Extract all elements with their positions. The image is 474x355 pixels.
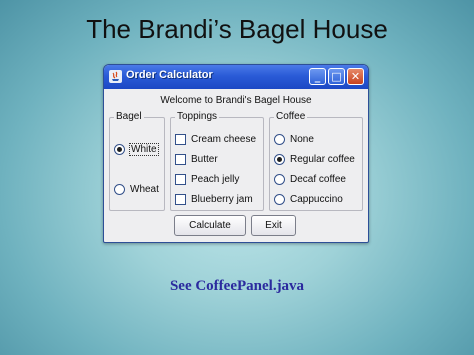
slide-caption: See CoffeePanel.java bbox=[169, 278, 305, 294]
topping-option-label: Blueberry jam bbox=[191, 193, 253, 205]
topping-option-blueberry-jam[interactable]: Blueberry jam bbox=[175, 192, 253, 206]
checkbox-peach-jelly[interactable] bbox=[175, 173, 186, 185]
minimize-button[interactable]: _ bbox=[309, 68, 326, 85]
topping-option-label: Peach jelly bbox=[191, 173, 240, 185]
radio-white[interactable] bbox=[114, 143, 125, 155]
slide-title: The Brandi’s Bagel House bbox=[86, 14, 388, 44]
coffee-group-label: Coffee bbox=[274, 111, 308, 122]
checkbox-cream-cheese[interactable] bbox=[175, 133, 186, 145]
bagel-option-label: Wheat bbox=[130, 183, 159, 195]
welcome-label: Welcome to Brandi's Bagel House bbox=[160, 95, 312, 106]
maximize-button[interactable]: □ bbox=[328, 68, 345, 85]
bagel-option-label: White bbox=[129, 142, 159, 156]
radio-regular-coffee[interactable] bbox=[274, 153, 285, 165]
exit-button[interactable]: Exit bbox=[251, 215, 296, 236]
bagel-group: Bagel White Wheat bbox=[109, 111, 165, 211]
bagel-option-wheat[interactable]: Wheat bbox=[114, 182, 159, 196]
coffee-option-label: Decaf coffee bbox=[290, 173, 346, 185]
calculate-button[interactable]: Calculate bbox=[174, 215, 246, 236]
order-calculator-window: Order Calculator _ □ ✕ Welcome to Brandi… bbox=[103, 64, 369, 243]
coffee-option-cappuccino[interactable]: Cappuccino bbox=[274, 192, 343, 206]
close-button[interactable]: ✕ bbox=[347, 68, 364, 85]
bagel-group-label: Bagel bbox=[114, 111, 144, 122]
topping-option-cream-cheese[interactable]: Cream cheese bbox=[175, 132, 256, 146]
bagel-option-white[interactable]: White bbox=[114, 142, 159, 156]
coffee-option-label: Cappuccino bbox=[290, 193, 343, 205]
coffee-option-decaf[interactable]: Decaf coffee bbox=[274, 172, 346, 186]
radio-wheat[interactable] bbox=[114, 183, 125, 195]
window-titlebar[interactable]: Order Calculator _ □ ✕ bbox=[104, 65, 368, 89]
topping-option-label: Butter bbox=[191, 153, 218, 165]
radio-none[interactable] bbox=[274, 133, 285, 145]
toppings-group-label: Toppings bbox=[175, 111, 220, 122]
coffee-option-none[interactable]: None bbox=[274, 132, 314, 146]
coffee-option-label: None bbox=[290, 133, 314, 145]
radio-decaf-coffee[interactable] bbox=[274, 173, 285, 185]
coffee-group: Coffee None Regular coffee Decaf coffee … bbox=[269, 111, 363, 211]
radio-cappuccino[interactable] bbox=[274, 193, 285, 205]
checkbox-blueberry-jam[interactable] bbox=[175, 193, 186, 205]
topping-option-peach-jelly[interactable]: Peach jelly bbox=[175, 172, 239, 186]
window-title: Order Calculator bbox=[126, 69, 213, 81]
coffee-option-regular[interactable]: Regular coffee bbox=[274, 152, 355, 166]
toppings-group: Toppings Cream cheese Butter Peach jelly… bbox=[170, 111, 264, 211]
topping-option-label: Cream cheese bbox=[191, 133, 257, 145]
topping-option-butter[interactable]: Butter bbox=[175, 152, 218, 166]
checkbox-butter[interactable] bbox=[175, 153, 186, 165]
java-app-icon bbox=[109, 70, 122, 83]
coffee-option-label: Regular coffee bbox=[290, 153, 355, 165]
